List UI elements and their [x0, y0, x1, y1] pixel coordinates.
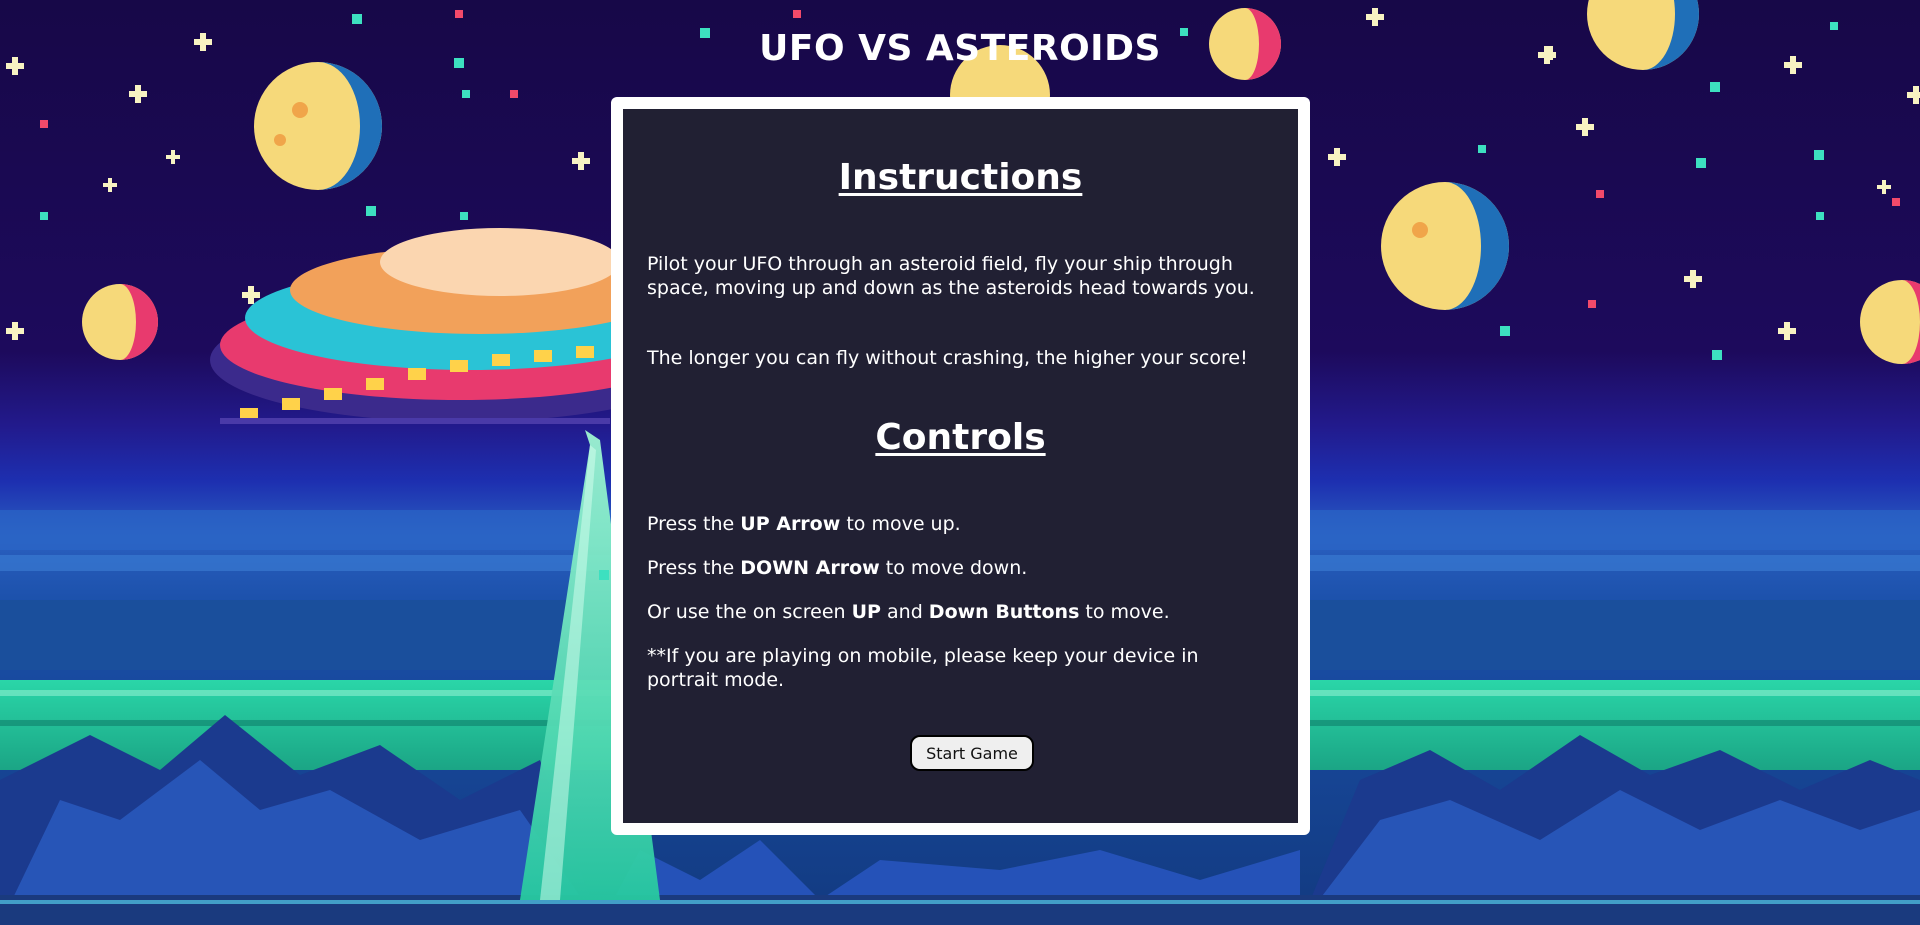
- mobile-note: **If you are playing on mobile, please k…: [647, 645, 1199, 691]
- game-screen: UFO VS ASTEROIDS Instructions Pilot your…: [0, 0, 1920, 925]
- control-up-suffix: to move up.: [840, 513, 961, 535]
- controls-heading: Controls: [875, 417, 1046, 458]
- control-down-suffix: to move down.: [879, 557, 1028, 579]
- control-onscreen-mid: and: [880, 601, 929, 623]
- control-down-key: DOWN Arrow: [740, 557, 880, 579]
- control-onscreen-key-up: UP: [851, 601, 881, 623]
- control-onscreen-key-down: Down Buttons: [928, 601, 1080, 623]
- instructions-modal: Instructions Pilot your UFO through an a…: [611, 97, 1310, 835]
- game-title: UFO VS ASTEROIDS: [759, 28, 1161, 69]
- control-up-key: UP Arrow: [740, 513, 841, 535]
- control-onscreen-prefix: Or use the on screen: [647, 601, 852, 623]
- start-game-button[interactable]: Start Game: [910, 735, 1034, 771]
- control-down-text: Press the DOWN Arrow to move down.: [647, 556, 1274, 580]
- control-down-prefix: Press the: [647, 557, 741, 579]
- instructions-heading: Instructions: [838, 157, 1083, 198]
- instructions-paragraph-1: Pilot your UFO through an asteroid field…: [647, 253, 1255, 299]
- control-up-prefix: Press the: [647, 513, 741, 535]
- instructions-panel: Instructions Pilot your UFO through an a…: [623, 109, 1298, 823]
- instructions-paragraph-2: The longer you can fly without crashing,…: [647, 347, 1248, 369]
- control-onscreen-suffix: to move.: [1079, 601, 1170, 623]
- control-onscreen-text: Or use the on screen UP and Down Buttons…: [647, 600, 1274, 624]
- control-up-text: Press the UP Arrow to move up.: [647, 512, 1274, 536]
